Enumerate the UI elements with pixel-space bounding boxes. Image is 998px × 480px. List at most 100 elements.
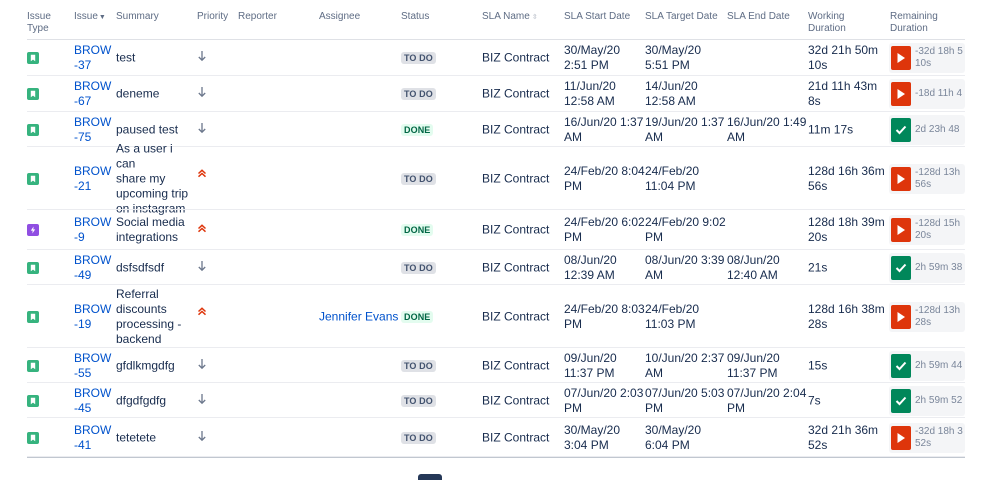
- sla-start-date: 16/Jun/20 1:37 AM: [564, 114, 644, 144]
- table-row[interactable]: BROW -37 test TO DO BIZ Contract 30/May/20 2…: [27, 40, 965, 76]
- status-lozenge: DONE: [401, 123, 434, 136]
- priority-high-icon: [197, 168, 207, 183]
- issue-key-link[interactable]: BROW -45: [74, 386, 111, 416]
- sla-start-date: 30/May/20 2:51 PM: [564, 43, 621, 72]
- header-priority[interactable]: Priority: [197, 11, 228, 23]
- play-icon[interactable]: [891, 82, 911, 106]
- sla-end-date: 08/Jun/20 12:40 AM: [727, 252, 780, 282]
- remaining-duration-widget[interactable]: 2h 59m 52: [889, 385, 965, 416]
- header-summary[interactable]: Summary: [116, 11, 159, 23]
- sla-end-date: 09/Jun/20 11:37 PM: [727, 350, 780, 380]
- story-icon: [27, 394, 39, 407]
- header-sla-end-date[interactable]: SLA End Date: [727, 11, 790, 23]
- issue-key-link[interactable]: BROW -41: [74, 423, 111, 453]
- checkmark-icon[interactable]: [891, 388, 911, 413]
- header-remaining-duration[interactable]: Remaining Duration: [890, 11, 950, 35]
- header-working-duration[interactable]: Working Duration: [808, 11, 858, 35]
- status-lozenge: DONE: [401, 310, 434, 323]
- issue-summary: paused test: [116, 122, 179, 136]
- sla-start-date: 24/Feb/20 8:03 PM: [564, 301, 645, 331]
- header-reporter[interactable]: Reporter: [238, 11, 277, 23]
- sla-target-date: 24/Feb/20 11:03 PM: [645, 301, 700, 331]
- remaining-duration-text: 2d 23h 48: [915, 123, 960, 135]
- sort-desc-icon: ▼: [98, 14, 106, 21]
- issue-key-link[interactable]: BROW -49: [74, 253, 111, 283]
- play-icon[interactable]: [891, 166, 911, 191]
- sla-target-date: 24/Feb/20 11:04 PM: [645, 163, 700, 193]
- remaining-duration-widget[interactable]: 2h 59m 44: [889, 350, 965, 381]
- header-issue[interactable]: Issue▼: [74, 11, 106, 24]
- sla-target-date: 10/Jun/20 2:37 AM: [645, 350, 725, 380]
- play-icon[interactable]: [891, 218, 911, 242]
- sla-name: BIZ Contract: [482, 358, 550, 372]
- working-duration: 21s: [808, 260, 828, 274]
- status-lozenge: TO DO: [401, 394, 436, 407]
- priority-low-icon: [197, 358, 207, 374]
- pagination-current-page[interactable]: [418, 474, 442, 480]
- issue-key-link[interactable]: BROW -19: [74, 302, 111, 332]
- issue-key-link[interactable]: BROW -55: [74, 351, 111, 381]
- sla-target-date: 07/Jun/20 5:03 PM: [645, 385, 725, 415]
- checkmark-icon[interactable]: [891, 255, 911, 280]
- table-row[interactable]: BROW -45 dfgdfgdfg TO DO BIZ Contract 07/Jun…: [27, 383, 965, 418]
- working-duration: 11m 17s: [808, 122, 854, 136]
- working-duration: 15s: [808, 358, 828, 372]
- sort-icon: ⇳: [531, 14, 538, 21]
- play-icon[interactable]: [891, 46, 911, 70]
- issue-summary: dsfsdfsdf: [116, 260, 165, 274]
- issue-key-link[interactable]: BROW -37: [74, 43, 111, 73]
- remaining-duration-widget[interactable]: -128d 13h 28s: [889, 301, 965, 332]
- status-badge: DONE: [401, 122, 434, 138]
- remaining-duration-widget[interactable]: -128d 13h 56s: [889, 163, 965, 194]
- table-row[interactable]: BROW -21 As a user i can share my upcomin…: [27, 141, 965, 215]
- table-row[interactable]: BROW -9 Social media integrations DONE BIZ …: [27, 210, 965, 250]
- table-row[interactable]: BROW -55 gfdlkmgdfg TO DO BIZ Contract 09/Ju…: [27, 348, 965, 383]
- issue-key-link[interactable]: BROW -21: [74, 164, 111, 194]
- play-icon[interactable]: [891, 304, 911, 329]
- remaining-duration-widget[interactable]: 2d 23h 48: [889, 114, 965, 145]
- remaining-duration-text: -32d 18h 5 10s: [915, 46, 963, 69]
- table-row[interactable]: BROW -19 Referral discounts processing - …: [27, 285, 965, 348]
- checkmark-icon[interactable]: [891, 353, 911, 378]
- priority-high-icon: [197, 306, 207, 321]
- sla-name: BIZ Contract: [482, 393, 550, 407]
- table-row[interactable]: BROW -49 dsfsdfsdf TO DO BIZ Contract 08/Jun…: [27, 250, 965, 285]
- remaining-duration-widget[interactable]: -32d 18h 3 52s: [889, 422, 965, 453]
- issue-key-link[interactable]: BROW -67: [74, 79, 111, 109]
- table-row[interactable]: BROW -67 deneme TO DO BIZ Contract 11/Jun/20…: [27, 76, 965, 112]
- table-row[interactable]: BROW -41 tetetete TO DO BIZ Contract 30/May/…: [27, 418, 965, 457]
- status-badge: TO DO: [401, 358, 436, 374]
- issue-key-link[interactable]: BROW -75: [74, 115, 111, 145]
- issue-key-link[interactable]: BROW -9: [74, 215, 111, 245]
- table-bottom-divider: [27, 457, 965, 458]
- assignee-link[interactable]: Jennifer Evans: [319, 309, 398, 324]
- checkmark-icon[interactable]: [891, 117, 911, 142]
- table-header: Issue Type Issue▼ Summary Priority Repor…: [0, 0, 998, 40]
- priority-low-icon: [197, 50, 207, 66]
- sla-name: BIZ Contract: [482, 122, 550, 136]
- sla-end-date: 07/Jun/20 2:04 PM: [727, 385, 807, 415]
- status-badge: TO DO: [401, 171, 436, 187]
- working-duration: 32d 21h 50m 10s: [808, 43, 879, 72]
- play-icon[interactable]: [891, 425, 911, 450]
- remaining-duration-widget[interactable]: -32d 18h 5 10s: [889, 43, 965, 73]
- remaining-duration-widget[interactable]: -18d 11h 4: [889, 79, 965, 109]
- header-sla-name[interactable]: SLA Name ⇳: [482, 11, 538, 24]
- header-issue-type[interactable]: Issue Type: [27, 11, 57, 35]
- sla-name: BIZ Contract: [482, 309, 550, 323]
- header-assignee[interactable]: Assignee: [319, 11, 360, 23]
- sla-end-date: 16/Jun/20 1:49 AM: [727, 114, 807, 144]
- sla-name: BIZ Contract: [482, 86, 550, 101]
- header-status[interactable]: Status: [401, 11, 429, 23]
- remaining-duration-widget[interactable]: 2h 59m 38: [889, 252, 965, 283]
- header-sla-target-date[interactable]: SLA Target Date: [645, 11, 718, 23]
- remaining-duration-widget[interactable]: -128d 15h 20s: [889, 215, 965, 245]
- issue-summary: Social media integrations: [116, 215, 185, 244]
- sla-target-date: 24/Feb/20 9:02 PM: [645, 215, 726, 244]
- issue-summary: test: [116, 50, 136, 65]
- status-badge: DONE: [401, 309, 434, 325]
- status-badge: TO DO: [401, 86, 436, 102]
- header-sla-start-date[interactable]: SLA Start Date: [564, 11, 630, 23]
- status-badge: TO DO: [401, 430, 436, 446]
- sla-start-date: 11/Jun/20 12:58 AM: [564, 79, 616, 108]
